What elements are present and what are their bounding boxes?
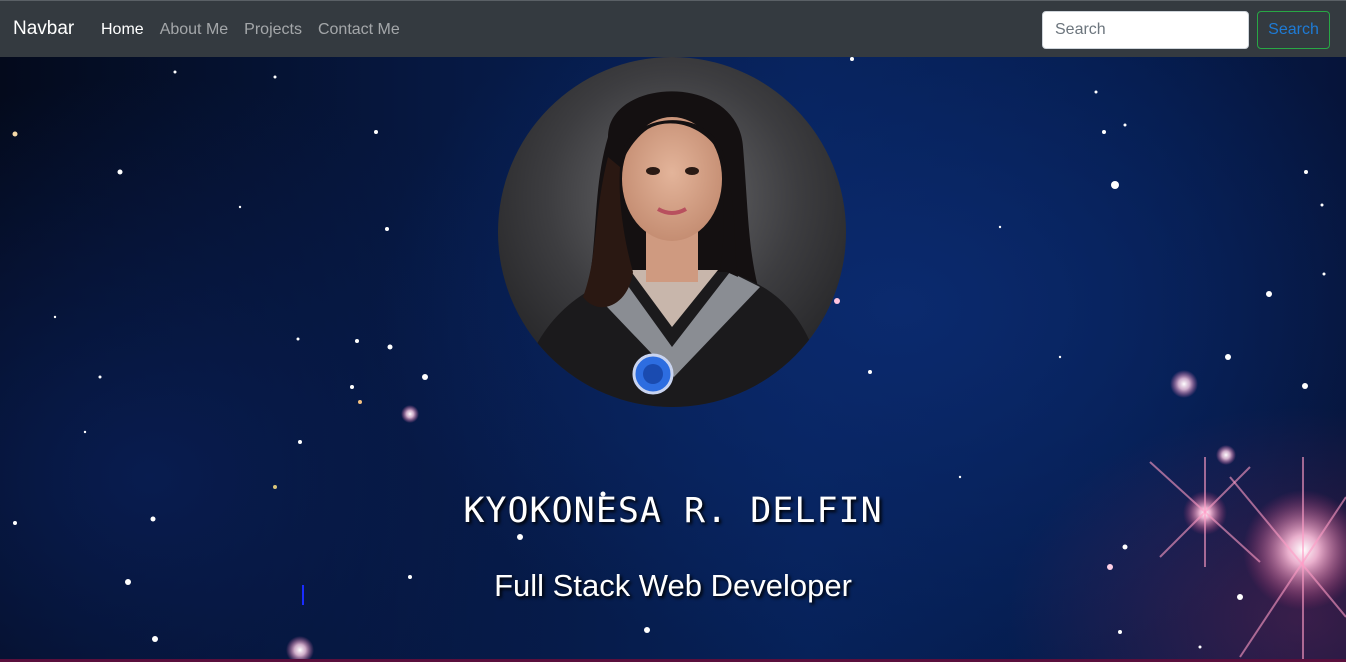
graduation-portrait-image — [498, 57, 846, 407]
hero-title: Full Stack Web Developer — [494, 568, 852, 603]
search-button[interactable]: Search — [1257, 11, 1330, 49]
navbar-brand[interactable]: Navbar — [13, 17, 74, 41]
hero-section: KYOKONESA R. DELFIN Full Stack Web Devel… — [0, 57, 1346, 662]
nav-links: Home About Me Projects Contact Me — [101, 20, 400, 40]
nav-link-contact-me[interactable]: Contact Me — [318, 20, 400, 40]
navbar: Navbar Home About Me Projects Contact Me… — [0, 0, 1346, 57]
nav-link-projects[interactable]: Projects — [244, 20, 302, 40]
nav-link-home[interactable]: Home — [101, 20, 144, 40]
hero-name: KYOKONESA R. DELFIN — [463, 491, 883, 531]
search-input[interactable] — [1042, 11, 1249, 49]
profile-avatar — [498, 57, 846, 407]
nav-link-about-me[interactable]: About Me — [160, 20, 228, 40]
